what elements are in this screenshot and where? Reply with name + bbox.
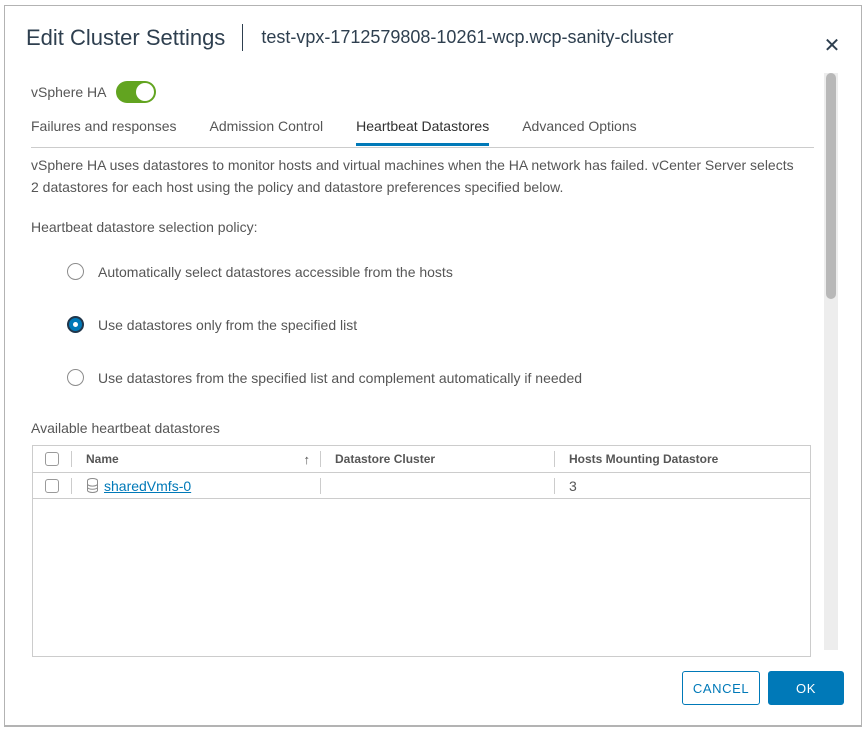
- table-row[interactable]: sharedVmfs-0 3: [33, 473, 810, 499]
- policy-label: Heartbeat datastore selection policy:: [31, 219, 258, 235]
- dialog-title: Edit Cluster Settings: [26, 24, 226, 50]
- cancel-button[interactable]: CANCEL: [682, 671, 760, 705]
- edit-cluster-settings-dialog: Edit Cluster Settings test-vpx-171257980…: [4, 5, 862, 727]
- datastores-table: Name ↑ Datastore Cluster Hosts Mounting …: [32, 445, 811, 657]
- close-icon[interactable]: ✕: [816, 30, 848, 62]
- row-select-checkbox[interactable]: [45, 478, 59, 493]
- ok-button[interactable]: OK: [768, 671, 844, 705]
- vsphere-ha-toggle[interactable]: [116, 81, 157, 103]
- radio-option-automatic[interactable]: Automatically select datastores accessib…: [67, 263, 453, 280]
- dialog-subtitle: test-vpx-1712579808-10261-wcp.wcp-sanity…: [261, 27, 674, 47]
- dialog-footer: CANCEL OK: [5, 656, 861, 725]
- vertical-scrollbar-track[interactable]: [824, 73, 838, 650]
- radio-label-specified-list-complement: Use datastores from the specified list a…: [98, 369, 583, 386]
- table-header-row: Name ↑ Datastore Cluster Hosts Mounting …: [33, 446, 810, 473]
- tab-heartbeat-datastores[interactable]: Heartbeat Datastores: [356, 118, 490, 146]
- radio-label-specified-list-only: Use datastores only from the specified l…: [98, 316, 358, 333]
- radio-label-automatic: Automatically select datastores accessib…: [98, 263, 453, 280]
- tab-bar: Failures and responses Admission Control…: [31, 118, 814, 148]
- radio-icon-automatic[interactable]: [67, 263, 84, 280]
- column-header-hosts-mounting-label: Hosts Mounting Datastore: [569, 452, 719, 466]
- cell-datastore-cluster: [321, 473, 554, 498]
- radio-option-specified-list-only[interactable]: Use datastores only from the specified l…: [67, 316, 357, 333]
- row-select-cell: [33, 473, 71, 498]
- radio-icon-specified-list-complement[interactable]: [67, 369, 84, 386]
- dialog-header: Edit Cluster Settings test-vpx-171257980…: [5, 6, 861, 69]
- title-divider: [242, 24, 244, 51]
- table-title: Available heartbeat datastores: [31, 420, 220, 436]
- toggle-knob: [136, 83, 155, 101]
- datastore-name-link[interactable]: sharedVmfs-0: [104, 478, 191, 494]
- select-all-checkbox[interactable]: [45, 452, 59, 466]
- vsphere-ha-row: vSphere HA: [31, 81, 157, 103]
- tab-admission-control[interactable]: Admission Control: [210, 118, 324, 146]
- datastore-icon: [87, 478, 98, 493]
- column-header-datastore-cluster[interactable]: Datastore Cluster: [321, 446, 554, 472]
- column-header-datastore-cluster-label: Datastore Cluster: [335, 452, 436, 466]
- description-text: vSphere HA uses datastores to monitor ho…: [31, 157, 794, 195]
- radio-icon-specified-list-only[interactable]: [67, 316, 84, 333]
- radio-option-specified-list-complement[interactable]: Use datastores from the specified list a…: [67, 369, 582, 386]
- column-header-hosts-mounting[interactable]: Hosts Mounting Datastore: [555, 446, 810, 472]
- cell-datastore-name: sharedVmfs-0: [72, 473, 320, 498]
- sort-ascending-icon[interactable]: ↑: [304, 452, 311, 467]
- select-all-cell: [33, 446, 71, 472]
- cell-hosts-mounting: 3: [569, 477, 577, 494]
- vsphere-ha-label: vSphere HA: [31, 84, 107, 100]
- vertical-scrollbar-thumb[interactable]: [826, 73, 836, 299]
- column-header-name-label: Name: [86, 452, 119, 466]
- tab-advanced-options[interactable]: Advanced Options: [522, 118, 636, 146]
- tab-failures-and-responses[interactable]: Failures and responses: [31, 118, 177, 146]
- column-header-name[interactable]: Name ↑: [72, 446, 320, 472]
